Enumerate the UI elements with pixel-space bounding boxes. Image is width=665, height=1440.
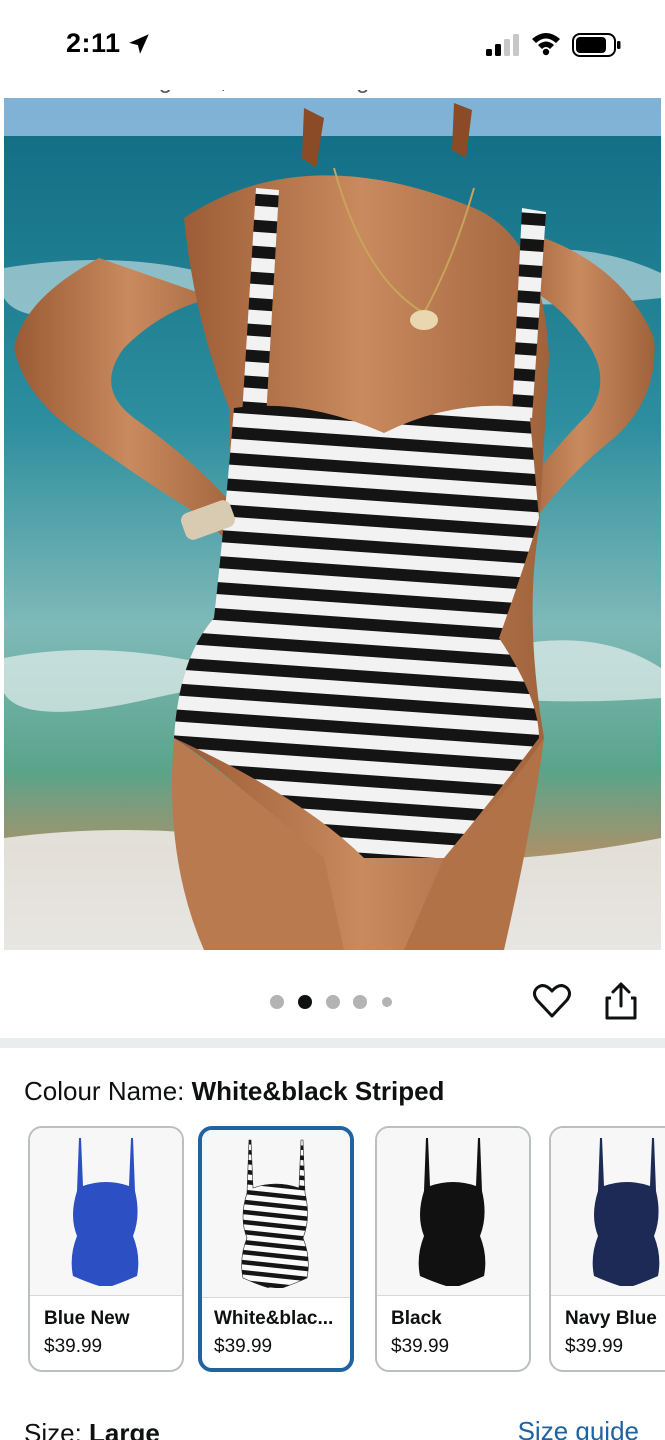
swatch-name: Navy Blue xyxy=(565,1308,657,1329)
colour-name-prefix: Colour Name: xyxy=(24,1076,192,1106)
swatch-price: $39.99 xyxy=(565,1336,624,1357)
colour-name-label: Colour Name: White&black Striped xyxy=(24,1076,444,1107)
colour-name-selected: White&black Striped xyxy=(191,1076,445,1106)
size-prefix: Size: xyxy=(24,1418,90,1440)
colour-swatch-list: Blue New $39.99 White&blac... $39.99 Bla… xyxy=(28,1126,665,1376)
wifi-icon xyxy=(532,33,560,56)
section-divider xyxy=(0,1038,665,1048)
swatch-price: $39.99 xyxy=(44,1336,103,1357)
size-guide-link[interactable]: Size guide xyxy=(518,1416,639,1440)
carousel-dot[interactable] xyxy=(270,995,284,1009)
heart-icon[interactable] xyxy=(532,980,572,1022)
share-icon[interactable] xyxy=(602,980,640,1022)
status-time: 2:11 xyxy=(66,28,121,58)
swatch-navy-blue[interactable]: Navy Blue $39.99 xyxy=(549,1126,665,1372)
swatch-image xyxy=(202,1130,350,1298)
swatch-name: Black xyxy=(391,1308,442,1329)
carousel-dot[interactable] xyxy=(326,995,340,1009)
size-label: Size: Large xyxy=(24,1418,160,1440)
swatch-black[interactable]: Black $39.99 xyxy=(375,1126,531,1372)
carousel-dot[interactable] xyxy=(353,995,367,1009)
cellular-signal-icon xyxy=(486,34,519,56)
swatch-blue-new[interactable]: Blue New $39.99 xyxy=(28,1126,184,1372)
swatch-price: $39.99 xyxy=(214,1336,273,1357)
size-selected: Large xyxy=(89,1418,160,1440)
swatch-white-black-striped[interactable]: White&blac... $39.99 xyxy=(198,1126,354,1372)
location-arrow-icon xyxy=(129,34,149,54)
swatch-image xyxy=(377,1128,529,1296)
swatch-image xyxy=(30,1128,182,1296)
swatch-price: $39.99 xyxy=(391,1336,450,1357)
status-bar: 2:11 xyxy=(0,0,665,90)
battery-icon xyxy=(572,33,621,57)
image-carousel-dots xyxy=(270,993,400,1011)
carousel-dot-active[interactable] xyxy=(298,995,312,1009)
swatch-name: Blue New xyxy=(44,1308,130,1329)
swatch-image xyxy=(551,1128,665,1296)
swatch-name: White&blac... xyxy=(214,1308,334,1329)
carousel-dot[interactable] xyxy=(382,997,392,1007)
product-image[interactable] xyxy=(4,98,661,950)
